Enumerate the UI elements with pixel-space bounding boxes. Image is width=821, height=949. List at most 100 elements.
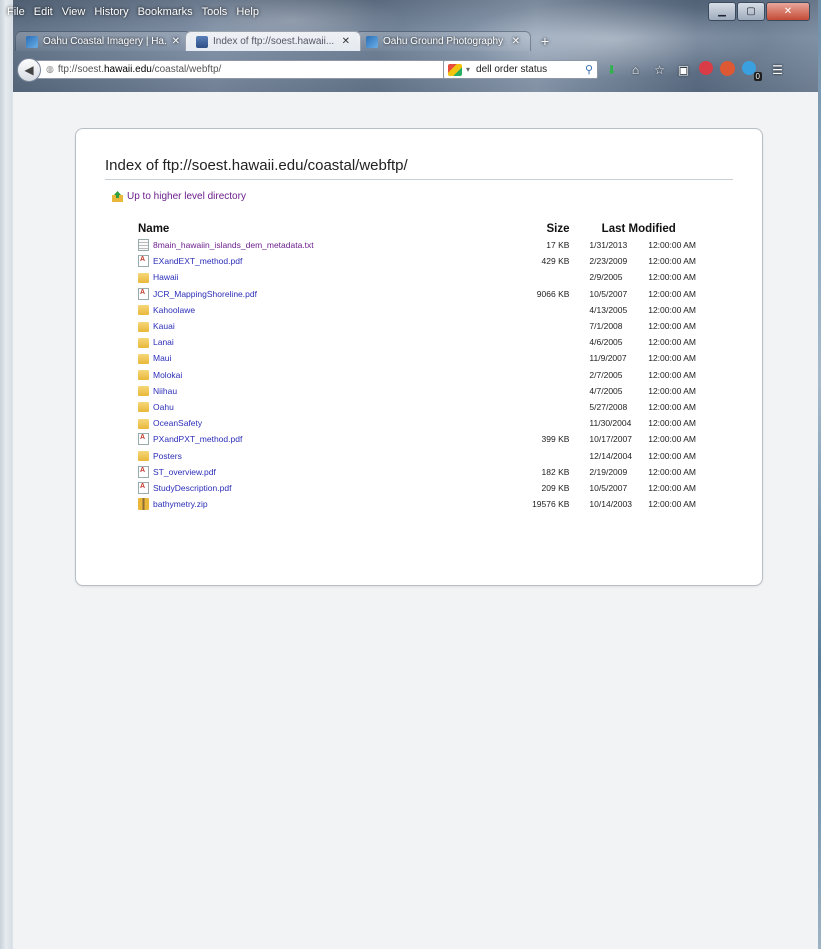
search-input[interactable]: dell order status: [476, 64, 547, 75]
tab-index-ftp[interactable]: Index of ftp://soest.hawaii... ✕: [185, 31, 361, 51]
home-icon[interactable]: ⌂: [627, 61, 644, 78]
time-cell: 12:00:00 AM: [648, 401, 696, 412]
menu-help[interactable]: Help: [236, 6, 259, 24]
close-tab-icon[interactable]: ✕: [512, 36, 520, 47]
close-tab-icon[interactable]: ✕: [342, 36, 350, 47]
tab-oahu-coastal-imagery[interactable]: Oahu Coastal Imagery | Ha... ✕: [15, 31, 191, 51]
chevron-down-icon[interactable]: ▾: [466, 65, 470, 74]
page-title: Index of ftp://soest.hawaii.edu/coastal/…: [105, 157, 733, 180]
pdf-icon: [138, 481, 149, 494]
name-cell: Niihau: [138, 385, 507, 397]
file-link[interactable]: 8main_hawaiin_islands_dem_metadata.txt: [153, 240, 314, 250]
bookmark-star-icon[interactable]: ☆: [651, 61, 668, 78]
search-icon[interactable]: ⚲: [585, 63, 593, 76]
menu-hamburger-icon[interactable]: ☰: [769, 61, 786, 78]
folder-icon: [138, 418, 149, 429]
header-size[interactable]: Size: [507, 223, 569, 235]
site-favicon-icon: [366, 35, 378, 48]
name-cell: Posters: [138, 450, 507, 462]
close-window-button[interactable]: ✕: [766, 2, 810, 21]
file-link[interactable]: StudyDescription.pdf: [153, 483, 231, 493]
up-directory-label: Up to higher level directory: [127, 191, 246, 202]
date-cell: 11/9/2007: [589, 353, 627, 364]
up-directory-link[interactable]: Up to higher level directory: [112, 191, 246, 202]
time-cell: 12:00:00 AM: [648, 466, 696, 477]
name-cell: 8main_hawaiin_islands_dem_metadata.txt: [138, 239, 507, 252]
url-host: hawaii.edu: [104, 64, 152, 75]
file-link[interactable]: Kauai: [153, 321, 175, 331]
file-link[interactable]: Molokai: [153, 370, 182, 380]
date-cell: 2/23/2009: [589, 256, 628, 267]
menu-file[interactable]: File: [7, 6, 25, 24]
date-cell: 10/17/2007: [589, 434, 632, 445]
tab-strip: Oahu Coastal Imagery | Ha... ✕ Index of …: [15, 29, 555, 51]
file-link[interactable]: Kahoolawe: [153, 305, 195, 315]
pocket-icon[interactable]: [699, 61, 713, 75]
table-row: Kahoolawe 4/13/2005 12:00:00 AM: [138, 302, 708, 318]
folder-icon: [138, 305, 149, 316]
file-link[interactable]: Hawaii: [153, 272, 179, 282]
download-icon[interactable]: ⬇: [603, 61, 620, 78]
name-cell: ST_overview.pdf: [138, 465, 507, 478]
header-name[interactable]: Name: [138, 223, 507, 235]
name-cell: PXandPXT_method.pdf: [138, 433, 507, 446]
table-row: 8main_hawaiin_islands_dem_metadata.txt 17…: [138, 237, 708, 253]
tab-label: Oahu Ground Photography ...: [383, 36, 507, 47]
close-tab-icon[interactable]: ✕: [172, 36, 180, 47]
tab-oahu-ground-photography[interactable]: Oahu Ground Photography ... ✕: [355, 31, 531, 51]
site-favicon-icon: [26, 35, 38, 48]
menu-bookmarks[interactable]: Bookmarks: [138, 6, 193, 24]
notification-badge: 0: [753, 72, 762, 81]
name-cell: Lanai: [138, 337, 507, 348]
minimize-button[interactable]: ▁: [708, 2, 736, 21]
search-bar[interactable]: ▾ dell order status ⚲: [443, 60, 598, 79]
time-cell: 12:00:00 AM: [648, 450, 696, 461]
back-button[interactable]: ◀: [17, 58, 41, 82]
bookmarks-list-icon[interactable]: ▣: [675, 61, 692, 78]
name-cell: Kauai: [138, 321, 507, 332]
file-link[interactable]: OceanSafety: [153, 418, 202, 428]
pdf-icon: [138, 255, 149, 268]
menu-edit[interactable]: Edit: [34, 6, 53, 24]
pdf-icon: [138, 465, 149, 478]
name-cell: StudyDescription.pdf: [138, 481, 507, 494]
file-link[interactable]: Oahu: [153, 402, 174, 412]
size-cell: 209 KB: [541, 482, 570, 493]
file-link[interactable]: Posters: [153, 451, 182, 461]
name-cell: JCR_MappingShoreline.pdf: [138, 287, 507, 300]
table-header: Name Size Last Modified: [138, 220, 708, 237]
file-link[interactable]: EXandEXT_method.pdf: [153, 256, 242, 266]
folder-icon: [138, 386, 149, 397]
duckduckgo-icon[interactable]: [720, 61, 735, 76]
search-engine-icon[interactable]: [448, 63, 462, 76]
file-link[interactable]: JCR_MappingShoreline.pdf: [153, 289, 257, 299]
date-cell: 4/6/2005: [589, 337, 623, 348]
name-cell: Oahu: [138, 401, 507, 413]
up-folder-icon: [112, 191, 123, 202]
header-last-modified[interactable]: Last Modified: [569, 223, 708, 235]
time-cell: 12:00:00 AM: [648, 288, 696, 299]
maximize-button[interactable]: ▢: [737, 2, 765, 21]
new-tab-plus-icon[interactable]: +: [535, 31, 555, 51]
file-link[interactable]: ST_overview.pdf: [153, 467, 216, 477]
url-bar[interactable]: ◍ ftp://soest. hawaii.edu/coastal/webftp/…: [29, 60, 469, 79]
menu-tools[interactable]: Tools: [202, 6, 228, 24]
file-link[interactable]: Niihau: [153, 386, 177, 396]
date-cell: 2/9/2005: [589, 272, 623, 283]
date-cell: 7/1/2008: [589, 321, 623, 332]
date-cell: 11/30/2004: [589, 418, 632, 429]
menu-history[interactable]: History: [94, 6, 128, 24]
tab-label: Oahu Coastal Imagery | Ha...: [43, 36, 167, 47]
size-cell: 399 KB: [541, 434, 570, 445]
table-row: Molokai 2/7/2005 12:00:00 AM: [138, 367, 708, 383]
menu-view[interactable]: View: [62, 6, 86, 24]
file-link[interactable]: Maui: [153, 353, 171, 363]
file-link[interactable]: bathymetry.zip: [153, 499, 208, 509]
title-bar: File Edit View History Bookmarks Tools H…: [7, 0, 818, 92]
folder-icon: [138, 337, 149, 348]
name-cell: Molokai: [138, 369, 507, 381]
table-row: Niihau 4/7/2005 12:00:00 AM: [138, 383, 708, 399]
file-link[interactable]: Lanai: [153, 337, 174, 347]
file-link[interactable]: PXandPXT_method.pdf: [153, 434, 242, 444]
sync-cloud-icon[interactable]: 0: [742, 61, 762, 81]
